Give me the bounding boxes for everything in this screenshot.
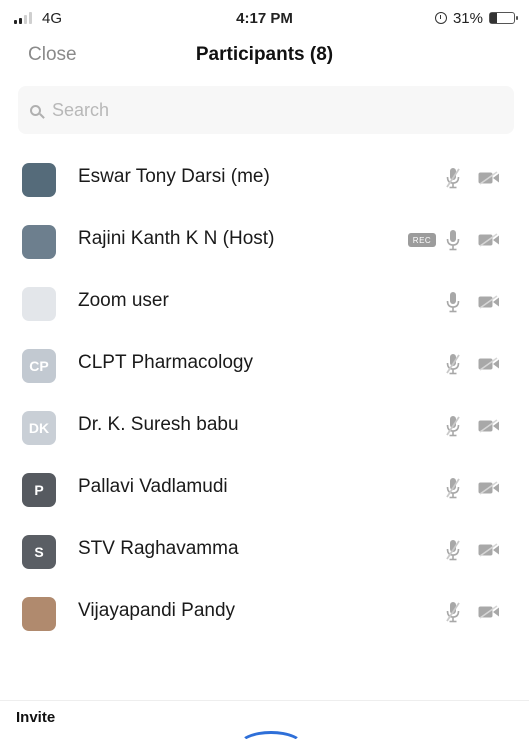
status-left: 4G bbox=[14, 10, 62, 27]
video-off-icon bbox=[478, 419, 500, 433]
battery-icon bbox=[489, 12, 518, 24]
battery-percent: 31% bbox=[452, 9, 483, 27]
mic-muted-icon bbox=[446, 415, 460, 437]
page-title: Participants (8) bbox=[195, 44, 334, 65]
avatar bbox=[22, 163, 56, 197]
alarm-icon bbox=[434, 12, 447, 24]
search-bar[interactable] bbox=[18, 86, 514, 134]
participant-row[interactable]: DK Dr. K. Suresh babu bbox=[0, 395, 529, 457]
bottom-toolbar: Invite bbox=[0, 700, 529, 739]
avatar: CP bbox=[22, 349, 56, 383]
avatar: DK bbox=[22, 411, 56, 445]
invite-button[interactable]: Invite bbox=[16, 709, 55, 726]
video-off-icon bbox=[478, 481, 500, 495]
participant-name: Dr. K. Suresh babu bbox=[78, 414, 239, 435]
video-off-icon bbox=[478, 543, 500, 557]
home-indicator bbox=[238, 731, 304, 739]
participant-name: Rajini Kanth K N (Host) bbox=[78, 228, 275, 249]
video-off-icon bbox=[478, 295, 500, 309]
participant-row[interactable]: Rajini Kanth K N (Host) REC bbox=[0, 209, 529, 271]
video-off-icon bbox=[478, 233, 500, 247]
participants-screen: 4G 4:17 PM 31% Close Participants (8) Es… bbox=[0, 0, 529, 739]
nav-bar: Close Participants (8) bbox=[0, 36, 529, 80]
avatar: P bbox=[22, 473, 56, 507]
participant-row[interactable]: Zoom user bbox=[0, 271, 529, 333]
participant-row[interactable]: P Pallavi Vadlamudi bbox=[0, 457, 529, 519]
search-icon bbox=[30, 104, 41, 116]
video-off-icon bbox=[478, 171, 500, 185]
search-input[interactable] bbox=[50, 98, 494, 122]
mic-icon bbox=[446, 229, 460, 251]
avatar bbox=[22, 287, 56, 321]
participant-name: CLPT Pharmacology bbox=[78, 352, 253, 373]
mic-muted-icon bbox=[446, 167, 460, 189]
signal-strength-icon bbox=[14, 12, 32, 24]
battery-fill bbox=[490, 13, 498, 23]
participant-list: Eswar Tony Darsi (me) Rajini Kanth K N (H… bbox=[0, 147, 529, 643]
mic-muted-icon bbox=[446, 539, 460, 561]
avatar bbox=[22, 597, 56, 631]
mic-icon bbox=[446, 291, 460, 313]
participant-name: Eswar Tony Darsi (me) bbox=[78, 166, 270, 187]
avatar bbox=[22, 225, 56, 259]
mic-muted-icon bbox=[446, 601, 460, 623]
status-right: 31% bbox=[434, 9, 518, 27]
status-bar: 4G 4:17 PM 31% bbox=[0, 0, 529, 36]
participant-row[interactable]: Vijayapandi Pandy bbox=[0, 581, 529, 643]
mic-muted-icon bbox=[446, 353, 460, 375]
video-off-icon bbox=[478, 357, 500, 371]
participant-row[interactable]: CP CLPT Pharmacology bbox=[0, 333, 529, 395]
participant-row[interactable]: S STV Raghavamma bbox=[0, 519, 529, 581]
mic-muted-icon bbox=[446, 477, 460, 499]
participant-name: Pallavi Vadlamudi bbox=[78, 476, 228, 497]
participant-name: STV Raghavamma bbox=[78, 538, 239, 559]
participant-row[interactable]: Eswar Tony Darsi (me) bbox=[0, 147, 529, 209]
avatar: S bbox=[22, 535, 56, 569]
recording-badge: REC bbox=[408, 233, 436, 247]
video-off-icon bbox=[478, 605, 500, 619]
participant-name: Zoom user bbox=[78, 290, 169, 311]
carrier-label: 4G bbox=[42, 9, 63, 27]
participant-name: Vijayapandi Pandy bbox=[78, 600, 236, 621]
